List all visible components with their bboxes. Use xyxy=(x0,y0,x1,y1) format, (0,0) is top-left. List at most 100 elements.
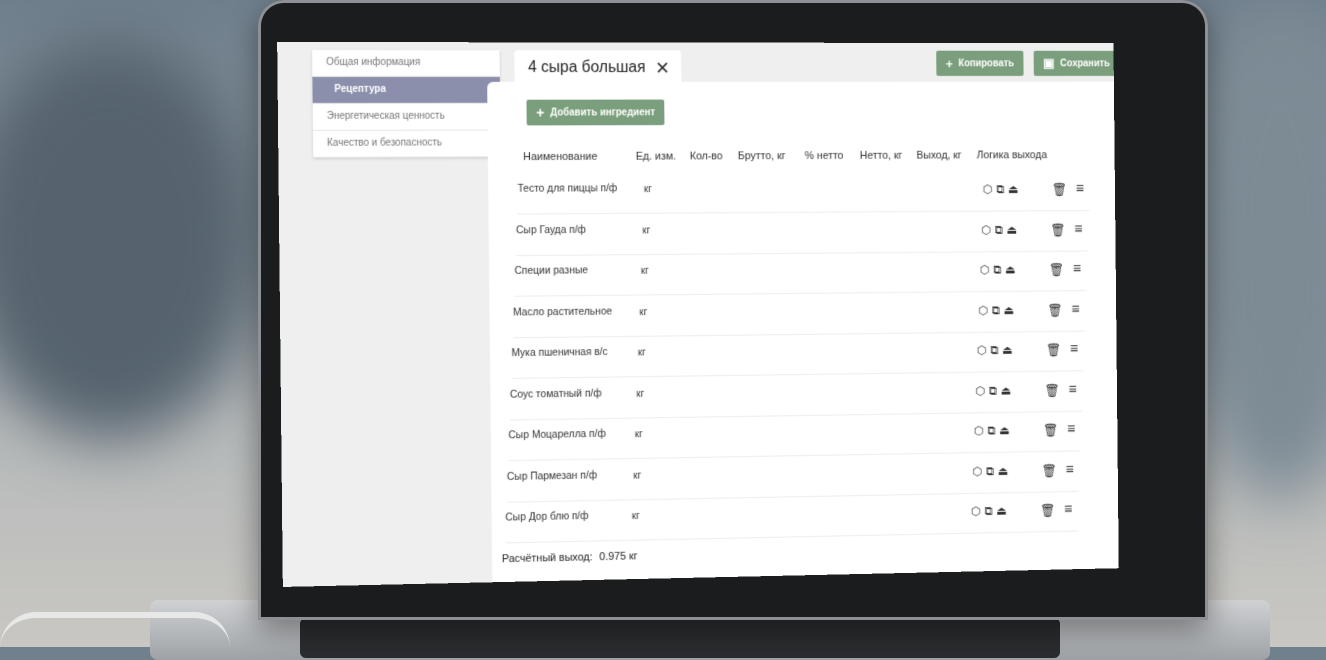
dish-icon[interactable]: ⏏ xyxy=(996,504,1010,518)
nav-item-quality[interactable]: Качество и безопасность xyxy=(313,130,501,157)
yield-summary: Расчётный выход: 0.975 кг xyxy=(502,550,638,565)
recipe-panel: + Добавить ингредиент Наименование Ед. и… xyxy=(487,82,1119,587)
ingredient-name[interactable]: Сыр Пармезан п/ф xyxy=(507,469,597,482)
yield-logic-icons: ⬡⧉⏏ xyxy=(977,343,1017,358)
trash-icon[interactable]: 🗑 xyxy=(1042,463,1058,479)
drag-handle-icon[interactable]: ≡ xyxy=(1066,461,1074,478)
ingredient-unit: кг xyxy=(644,184,652,195)
box-icon[interactable]: ⬡ xyxy=(974,424,988,438)
save-button[interactable]: ▣ Сохранить xyxy=(1034,51,1119,76)
yield-label: Расчётный выход: xyxy=(502,551,593,565)
column-header: % нетто xyxy=(805,150,844,162)
box-icon[interactable]: ⬡ xyxy=(981,223,995,237)
package-icon[interactable]: ⧉ xyxy=(992,303,1004,317)
yield-logic-icons: ⬡⧉⏏ xyxy=(978,303,1018,318)
copy-label: Копировать xyxy=(958,58,1014,69)
document-tab[interactable]: 4 сыра большая ✕ xyxy=(514,50,681,86)
ingredient-name[interactable]: Мука пшеничная в/с xyxy=(511,346,607,359)
ingredient-unit: кг xyxy=(632,511,640,522)
ingredient-unit: кг xyxy=(638,348,646,359)
ingredient-unit: кг xyxy=(636,388,644,399)
column-header: Наименование xyxy=(523,151,597,163)
ingredient-unit: кг xyxy=(635,429,643,440)
plus-icon: + xyxy=(946,56,953,71)
drag-handle-icon[interactable]: ≡ xyxy=(1067,421,1075,438)
ingredient-name[interactable]: Соус томатный п/ф xyxy=(510,387,602,400)
trash-icon[interactable]: 🗑 xyxy=(1049,262,1065,278)
box-icon[interactable]: ⬡ xyxy=(983,182,997,196)
package-icon[interactable]: ⧉ xyxy=(984,504,996,518)
column-header: Логика выхода xyxy=(977,149,1047,161)
ingredient-name[interactable]: Тесто для пиццы п/ф xyxy=(518,182,618,194)
package-icon[interactable]: ⧉ xyxy=(989,383,1001,397)
box-icon[interactable]: ⬡ xyxy=(971,504,985,518)
package-icon[interactable]: ⧉ xyxy=(996,182,1008,196)
dish-icon[interactable]: ⏏ xyxy=(1002,343,1016,357)
nav-item-recipe[interactable]: Рецептура xyxy=(312,77,500,104)
ingredient-name[interactable]: Специи разные xyxy=(514,264,588,276)
drag-handle-icon[interactable]: ≡ xyxy=(1074,220,1082,236)
dish-icon[interactable]: ⏏ xyxy=(1006,223,1020,237)
save-label: Сохранить xyxy=(1060,58,1110,69)
yield-value: 0.975 кг xyxy=(599,550,637,563)
table-row[interactable]: Сыр Гауда п/фкг⬡⧉⏏🗑≡ xyxy=(516,211,1088,256)
cable xyxy=(0,612,230,648)
drag-handle-icon[interactable]: ≡ xyxy=(1072,300,1080,316)
box-icon[interactable]: ⬡ xyxy=(977,343,991,357)
yield-logic-icons: ⬡⧉⏏ xyxy=(972,464,1012,479)
ingredient-unit: кг xyxy=(639,307,647,318)
dish-icon[interactable]: ⏏ xyxy=(999,423,1013,437)
dish-icon[interactable]: ⏏ xyxy=(1005,263,1019,277)
dish-icon[interactable]: ⏏ xyxy=(998,464,1012,478)
dish-icon[interactable]: ⏏ xyxy=(1004,303,1018,317)
nav-item-energy[interactable]: Энергетическая ценность xyxy=(313,104,501,131)
copy-button[interactable]: + Копировать xyxy=(936,51,1023,76)
box-icon[interactable]: ⬡ xyxy=(972,464,986,478)
ingredient-name[interactable]: Сыр Гауда п/ф xyxy=(516,223,586,235)
trash-icon[interactable]: 🗑 xyxy=(1044,383,1060,399)
ingredient-name[interactable]: Сыр Моцарелла п/ф xyxy=(508,428,606,441)
drag-handle-icon[interactable]: ≡ xyxy=(1064,501,1072,518)
laptop-keyboard xyxy=(300,618,1060,658)
side-nav: Общая информация Рецептура Энергетическа… xyxy=(312,50,501,158)
yield-logic-icons: ⬡⧉⏏ xyxy=(981,223,1021,238)
trash-icon[interactable]: 🗑 xyxy=(1052,182,1068,198)
package-icon[interactable]: ⧉ xyxy=(987,424,999,438)
table-row[interactable]: Тесто для пиццы п/ф кг ⬡⧉⏏ 🗑 ≡ xyxy=(517,170,1089,214)
package-icon[interactable]: ⧉ xyxy=(993,263,1005,277)
package-icon[interactable]: ⧉ xyxy=(990,343,1002,357)
column-header: Выход, кг xyxy=(916,150,961,162)
add-ingredient-button[interactable]: + Добавить ингредиент xyxy=(526,100,664,126)
nav-item-general[interactable]: Общая информация xyxy=(312,50,500,77)
drag-handle-icon[interactable]: ≡ xyxy=(1076,180,1084,196)
drag-handle-icon[interactable]: ≡ xyxy=(1070,340,1078,357)
trash-icon[interactable]: 🗑 xyxy=(1040,503,1056,519)
background-blur xyxy=(0,40,260,440)
table-row[interactable]: Специи разныекг⬡⧉⏏🗑≡ xyxy=(514,251,1086,297)
ingredient-name[interactable]: Сыр Дор блю п/ф xyxy=(505,510,588,523)
ingredient-unit: кг xyxy=(633,470,641,481)
table-header: Наименование Ед. изм. Кол-во Брутто, кг … xyxy=(523,149,1094,167)
app-screen: Общая информация Рецептура Энергетическа… xyxy=(277,42,1119,587)
drag-handle-icon[interactable]: ≡ xyxy=(1069,380,1077,397)
trash-icon[interactable]: 🗑 xyxy=(1046,343,1062,359)
box-icon[interactable]: ⬡ xyxy=(980,263,994,277)
box-icon[interactable]: ⬡ xyxy=(978,303,992,317)
trash-icon[interactable]: 🗑 xyxy=(1043,423,1059,439)
package-icon[interactable]: ⧉ xyxy=(986,464,998,478)
dish-icon[interactable]: ⏏ xyxy=(1001,383,1015,397)
column-header: Ед. изм. xyxy=(636,151,676,163)
trash-icon[interactable]: 🗑 xyxy=(1047,302,1063,318)
plus-icon: + xyxy=(536,105,544,121)
package-icon[interactable]: ⧉ xyxy=(995,223,1007,237)
trash-icon[interactable]: 🗑 xyxy=(1050,222,1066,238)
column-header: Кол-во xyxy=(690,150,723,162)
yield-logic-icons: ⬡⧉⏏ xyxy=(975,383,1015,398)
column-header: Брутто, кг xyxy=(738,150,786,162)
box-icon[interactable]: ⬡ xyxy=(975,384,989,398)
dish-icon[interactable]: ⏏ xyxy=(1008,182,1022,196)
ingredient-name[interactable]: Масло растительное xyxy=(513,305,612,318)
close-icon[interactable]: ✕ xyxy=(655,59,670,77)
yield-logic-icons: ⬡⧉⏏ xyxy=(974,423,1014,438)
drag-handle-icon[interactable]: ≡ xyxy=(1073,260,1081,276)
